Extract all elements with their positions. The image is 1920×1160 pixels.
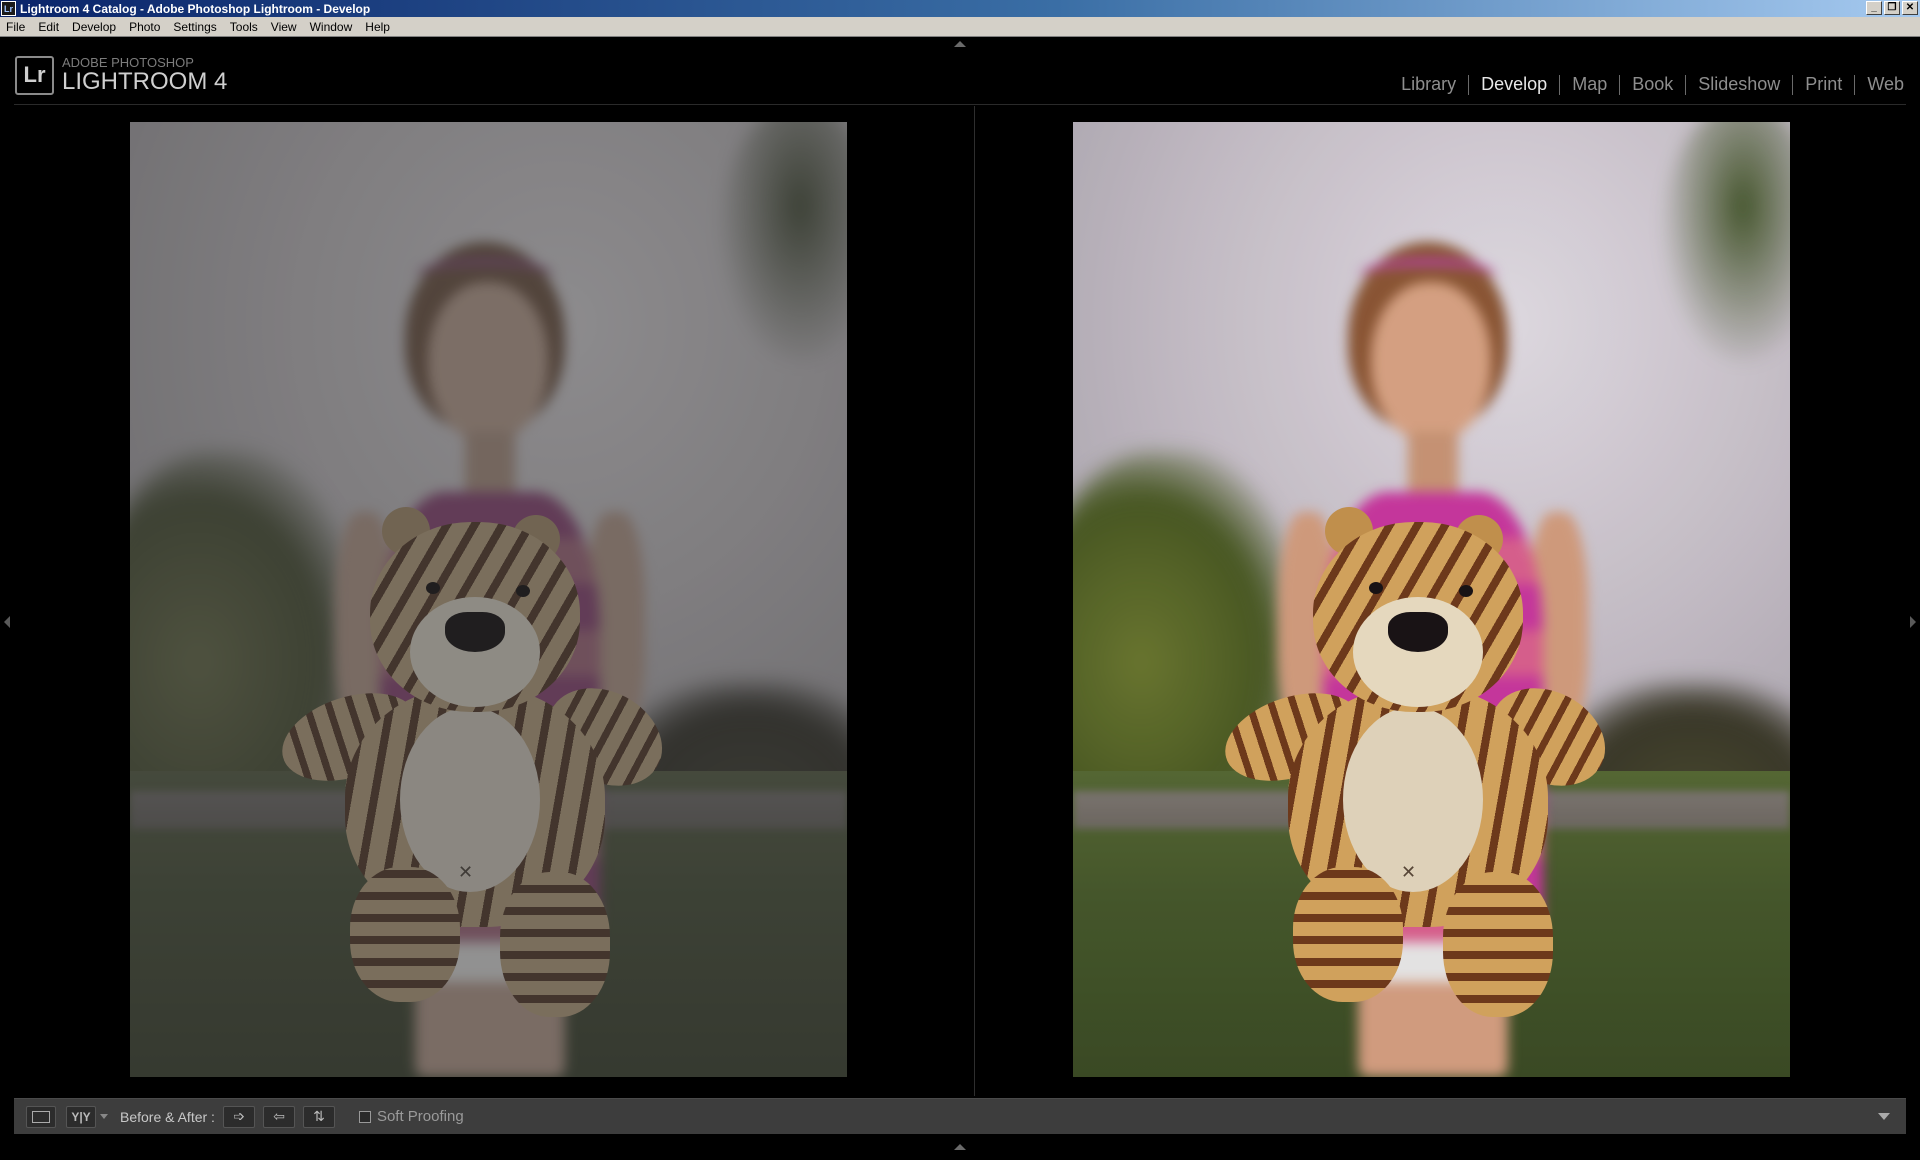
before-after-label: Before & After : (120, 1108, 215, 1125)
chevron-down-icon[interactable] (100, 1114, 108, 1119)
tiger-nose (445, 612, 505, 652)
photo-scene: ✕ (130, 122, 847, 1077)
tiger-stitch-mark: ✕ (1401, 862, 1417, 883)
identity-plate: Lr ADOBE PHOTOSHOP LIGHTROOM 4 (15, 55, 227, 95)
top-panel-toggle-icon[interactable] (954, 41, 966, 47)
close-button[interactable]: ✕ (1902, 1, 1918, 15)
lightroom-logo: Lr (15, 55, 54, 95)
girl-face (1371, 282, 1491, 442)
window-title: Lightroom 4 Catalog - Adobe Photoshop Li… (20, 1, 371, 16)
girl-neck (465, 432, 515, 492)
module-book[interactable]: Book (1620, 74, 1685, 95)
develop-toolbar: Y|Y Before & After : ➩ ⇦ ⇅ Soft Proofing (14, 1098, 1906, 1134)
module-slideshow[interactable]: Slideshow (1686, 74, 1792, 95)
tiger-stitch-mark: ✕ (458, 862, 474, 883)
before-after-mode-button[interactable]: Y|Y (66, 1105, 96, 1128)
menu-tools[interactable]: Tools (224, 20, 265, 34)
filmstrip-toggle-icon[interactable] (954, 1144, 966, 1150)
soft-proofing-checkbox[interactable] (358, 1110, 371, 1123)
module-library[interactable]: Library (1389, 74, 1468, 95)
tiger-eye-left (426, 582, 440, 594)
before-photo[interactable]: ✕ (130, 122, 847, 1077)
menu-file[interactable]: File (0, 20, 32, 34)
photo-scene: ✕ (1073, 122, 1790, 1077)
module-develop[interactable]: Develop (1469, 74, 1559, 95)
module-web[interactable]: Web (1855, 74, 1904, 95)
photo-tiger-toy: ✕ (1214, 507, 1623, 1027)
loupe-view-button[interactable] (26, 1105, 56, 1128)
menu-photo[interactable]: Photo (123, 20, 167, 34)
soft-proofing-label[interactable]: Soft Proofing (377, 1108, 464, 1125)
module-picker: Library Develop Map Book Slideshow Print… (1389, 74, 1904, 95)
menu-window[interactable]: Window (304, 20, 360, 34)
toolbar-content-menu-icon[interactable] (1878, 1113, 1890, 1120)
window-controls: _ ❐ ✕ (1866, 1, 1918, 15)
identity-line2: LIGHTROOM 4 (62, 68, 228, 95)
lightroom-app-icon[interactable]: Lr (1, 1, 16, 16)
tiger-eye-left (1369, 582, 1383, 594)
menu-bar: File Edit Develop Photo Settings Tools V… (0, 17, 1920, 37)
tiger-eye-right (1459, 585, 1473, 597)
tiger-leg-left (1293, 867, 1403, 1002)
compare-divider (974, 106, 975, 1096)
left-panel-toggle-icon[interactable] (4, 616, 10, 628)
menu-settings[interactable]: Settings (167, 20, 223, 34)
girl-neck (1408, 432, 1458, 492)
tiger-leg-left (350, 867, 460, 1002)
tiger-leg-right (1443, 872, 1553, 1017)
swap-icon: ⇅ (313, 1108, 325, 1125)
tiger-nose (1388, 612, 1448, 652)
photo-tiger-toy: ✕ (271, 507, 680, 1027)
minimize-button[interactable]: _ (1866, 1, 1882, 15)
menu-help[interactable]: Help (359, 20, 397, 34)
copy-before-to-after-button[interactable]: ➩ (222, 1105, 255, 1128)
right-panel-toggle-icon[interactable] (1910, 616, 1916, 628)
identity-text: ADOBE PHOTOSHOP LIGHTROOM 4 (62, 56, 227, 94)
menu-edit[interactable]: Edit (32, 20, 66, 34)
arrow-left-icon: ⇦ (273, 1108, 285, 1125)
before-after-compare-view: ✕ ✕ (14, 106, 1906, 1096)
module-print[interactable]: Print (1793, 74, 1854, 95)
menu-view[interactable]: View (265, 20, 304, 34)
restore-button[interactable]: ❐ (1884, 1, 1900, 15)
copy-after-to-before-button[interactable]: ⇦ (262, 1105, 295, 1128)
top-panel-divider (14, 104, 1906, 105)
module-map[interactable]: Map (1560, 74, 1619, 95)
arrow-right-icon: ➩ (233, 1108, 245, 1125)
menu-develop[interactable]: Develop (66, 20, 123, 34)
girl-face (428, 282, 548, 442)
tiger-eye-right (516, 585, 530, 597)
window-titlebar: Lr Lightroom 4 Catalog - Adobe Photoshop… (0, 0, 1920, 17)
tiger-leg-right (500, 872, 610, 1017)
after-photo[interactable]: ✕ (1073, 122, 1790, 1077)
loupe-view-icon (32, 1110, 50, 1123)
swap-before-after-button[interactable]: ⇅ (302, 1105, 335, 1128)
